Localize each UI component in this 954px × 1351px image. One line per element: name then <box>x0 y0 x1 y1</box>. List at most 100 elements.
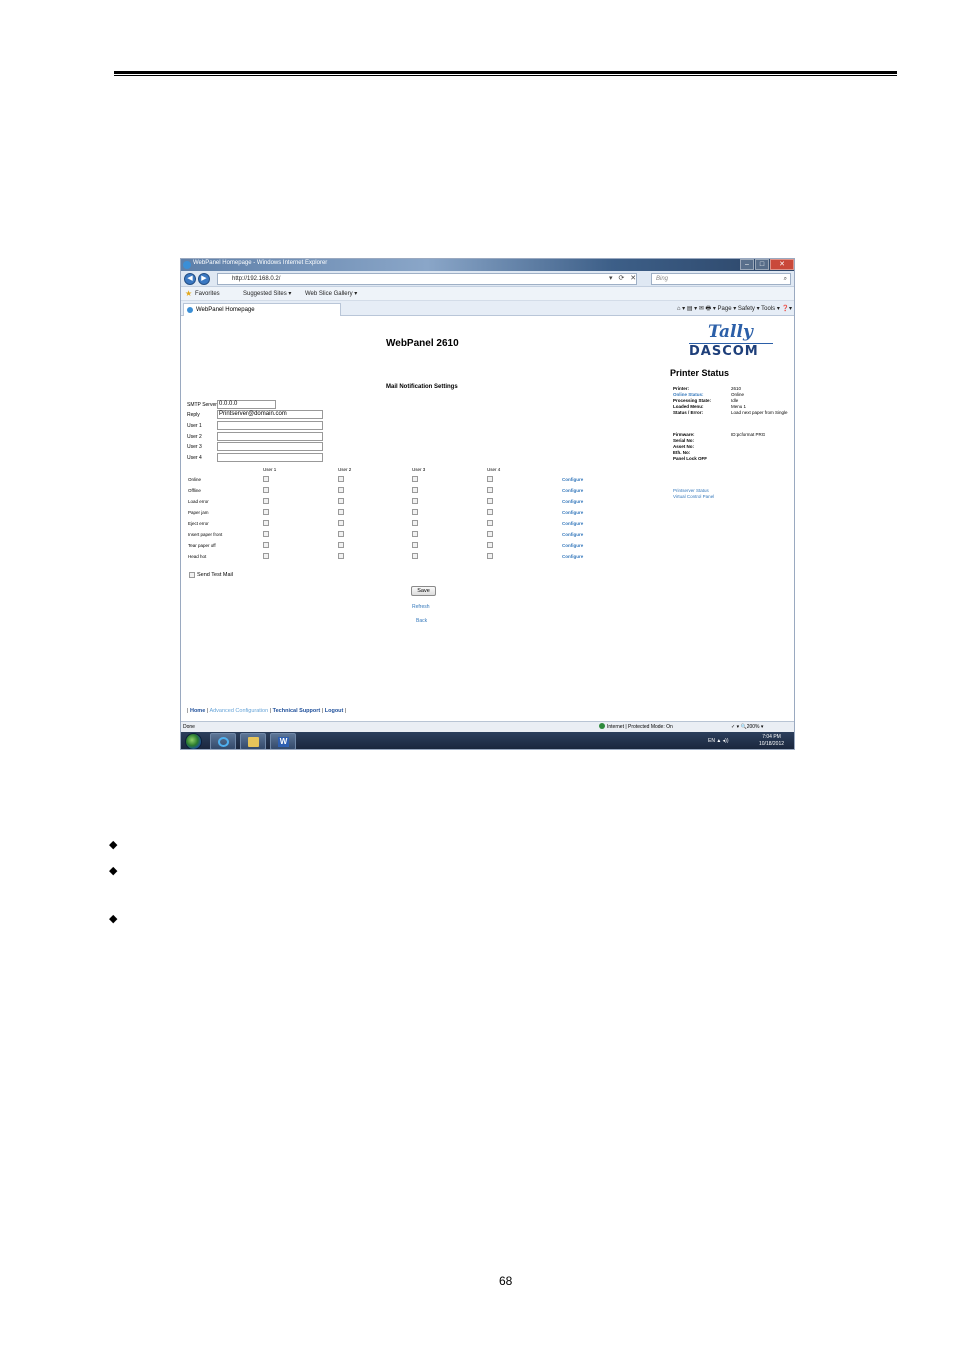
configure-link[interactable]: Configure <box>562 554 583 559</box>
system-tray[interactable]: EN ▲ ◂)) <box>708 738 729 744</box>
user-4-email-input[interactable] <box>217 452 323 462</box>
zoom-control[interactable]: ✓ ▾ 🔍200% ▾ <box>731 722 763 732</box>
configure-link[interactable]: Configure <box>562 521 583 526</box>
configure-link[interactable]: Configure <box>562 488 583 493</box>
back-link[interactable]: Back <box>416 618 427 624</box>
logo-dascom: DASCOM <box>689 344 759 359</box>
notify-checkbox-user-4[interactable] <box>487 498 493 504</box>
event-label: Offline <box>188 488 201 493</box>
notify-checkbox-user-1[interactable] <box>263 509 269 515</box>
notify-checkbox-user-1[interactable] <box>263 553 269 559</box>
save-button[interactable]: Save <box>411 586 436 596</box>
notify-checkbox-user-2[interactable] <box>338 553 344 559</box>
user-2-email-input[interactable] <box>217 431 323 441</box>
configure-link[interactable]: Configure <box>562 499 583 504</box>
maximize-icon[interactable]: □ <box>755 259 769 270</box>
notify-checkbox-user-4[interactable] <box>487 531 493 537</box>
event-label: Eject error <box>188 521 209 526</box>
status-value: ID:pcformat PRG <box>731 432 766 437</box>
notify-checkbox-user-4[interactable] <box>487 476 493 482</box>
printserver-status-link[interactable]: Printserver Status <box>673 488 709 493</box>
notify-checkbox-user-4[interactable] <box>487 487 493 493</box>
notify-checkbox-user-4[interactable] <box>487 509 493 515</box>
notify-checkbox-user-1[interactable] <box>263 487 269 493</box>
header-rule-thick <box>114 71 897 74</box>
notify-checkbox-user-3[interactable] <box>412 487 418 493</box>
notify-checkbox-user-1[interactable] <box>263 542 269 548</box>
forward-arrow-icon[interactable]: ▶ <box>198 273 210 285</box>
notify-checkbox-user-4[interactable] <box>487 520 493 526</box>
notify-checkbox-user-3[interactable] <box>412 509 418 515</box>
user-1-label: User 1 <box>187 423 202 429</box>
taskbar-ie-button[interactable] <box>210 733 236 749</box>
notify-checkbox-user-2[interactable] <box>338 542 344 548</box>
reply-input[interactable]: Printserver@domain.com <box>217 410 323 419</box>
notify-checkbox-user-3[interactable] <box>412 498 418 504</box>
notify-checkbox-user-3[interactable] <box>412 542 418 548</box>
notify-checkbox-user-2[interactable] <box>338 476 344 482</box>
notify-checkbox-user-1[interactable] <box>263 498 269 504</box>
printer-status-title: Printer Status <box>670 368 730 378</box>
windows-taskbar: W EN ▲ ◂)) 7:04 PM 10/18/2012 <box>181 732 794 749</box>
smtp-server-input[interactable]: 0.0.0.0 <box>217 400 276 409</box>
notify-checkbox-user-4[interactable] <box>487 542 493 548</box>
notify-checkbox-user-3[interactable] <box>412 476 418 482</box>
favorites-star-icon[interactable]: ★ <box>185 287 192 301</box>
web-slice-gallery-link[interactable]: Web Slice Gallery ▾ <box>305 287 357 301</box>
start-button-icon[interactable] <box>185 733 202 749</box>
window-title: WebPanel Homepage - Windows Internet Exp… <box>193 260 328 266</box>
address-tools[interactable]: ▾ ⟳ ✕ <box>609 274 638 282</box>
taskbar-explorer-button[interactable] <box>240 733 266 749</box>
search-input[interactable]: Bing ⌕ <box>651 273 791 285</box>
taskbar-word-button[interactable]: W <box>270 733 296 749</box>
address-toolbar: ◀ ▶ http://192.168.0.2/ ▾ ⟳ ✕ Bing ⌕ <box>181 271 794 287</box>
back-arrow-icon[interactable]: ◀ <box>184 273 196 285</box>
notify-checkbox-user-1[interactable] <box>263 531 269 537</box>
notify-checkbox-user-2[interactable] <box>338 487 344 493</box>
send-test-mail-label: Send Test Mail <box>197 572 233 578</box>
notify-checkbox-user-2[interactable] <box>338 498 344 504</box>
notify-checkbox-user-2[interactable] <box>338 520 344 526</box>
event-label: Load error <box>188 499 209 504</box>
user-3-email-input[interactable] <box>217 442 323 451</box>
clock[interactable]: 7:04 PM 10/18/2012 <box>759 734 784 748</box>
technical-support-link[interactable]: Technical Support <box>273 708 321 714</box>
configure-link[interactable]: Configure <box>562 543 583 548</box>
status-value: Load next paper from Single <box>731 410 788 415</box>
refresh-link[interactable]: Refresh <box>412 604 430 610</box>
send-test-mail-checkbox[interactable] <box>189 572 195 578</box>
notify-checkbox-user-2[interactable] <box>338 509 344 515</box>
column-header-user-1: User 1 <box>263 467 277 472</box>
logout-link[interactable]: Logout <box>325 708 344 714</box>
notify-checkbox-user-3[interactable] <box>412 553 418 559</box>
footer-nav: | Home | Advanced Configuration | Techni… <box>187 708 347 714</box>
home-link[interactable]: Home <box>190 708 205 714</box>
status-key: Serial No: <box>673 438 695 443</box>
favorites-button[interactable]: Favorites <box>195 287 220 301</box>
notify-checkbox-user-3[interactable] <box>412 531 418 537</box>
window-controls: – □ ✕ <box>739 259 794 270</box>
command-bar[interactable]: ⌂ ▾ ▤ ▾ ✉ 🖶 ▾ Page ▾ Safety ▾ Tools ▾ ❓▾ <box>677 304 792 314</box>
favorites-bar: ★ Favorites Suggested Sites ▾ Web Slice … <box>181 287 794 301</box>
minimize-icon[interactable]: – <box>740 259 754 270</box>
status-key[interactable]: Online Status: <box>673 392 704 397</box>
suggested-sites-link[interactable]: Suggested Sites ▾ <box>243 287 291 301</box>
notify-checkbox-user-1[interactable] <box>263 476 269 482</box>
status-key: Asset No: <box>673 444 695 449</box>
clock-date: 10/18/2012 <box>759 741 785 747</box>
close-icon[interactable]: ✕ <box>770 259 794 270</box>
configure-link[interactable]: Configure <box>562 532 583 537</box>
search-icon[interactable]: ⌕ <box>784 274 787 284</box>
notify-checkbox-user-3[interactable] <box>412 520 418 526</box>
ie-icon <box>183 261 191 269</box>
tab-webpanel-homepage[interactable]: WebPanel Homepage <box>183 303 341 316</box>
advanced-configuration-link[interactable]: Advanced Configuration <box>209 708 268 714</box>
notify-checkbox-user-4[interactable] <box>487 553 493 559</box>
address-input[interactable]: http://192.168.0.2/ <box>217 273 637 285</box>
configure-link[interactable]: Configure <box>562 510 583 515</box>
notify-checkbox-user-2[interactable] <box>338 531 344 537</box>
user-1-email-input[interactable] <box>217 421 323 430</box>
notify-checkbox-user-1[interactable] <box>263 520 269 526</box>
configure-link[interactable]: Configure <box>562 477 583 482</box>
virtual-control-panel-link[interactable]: Virtual Control Panel <box>673 494 714 499</box>
